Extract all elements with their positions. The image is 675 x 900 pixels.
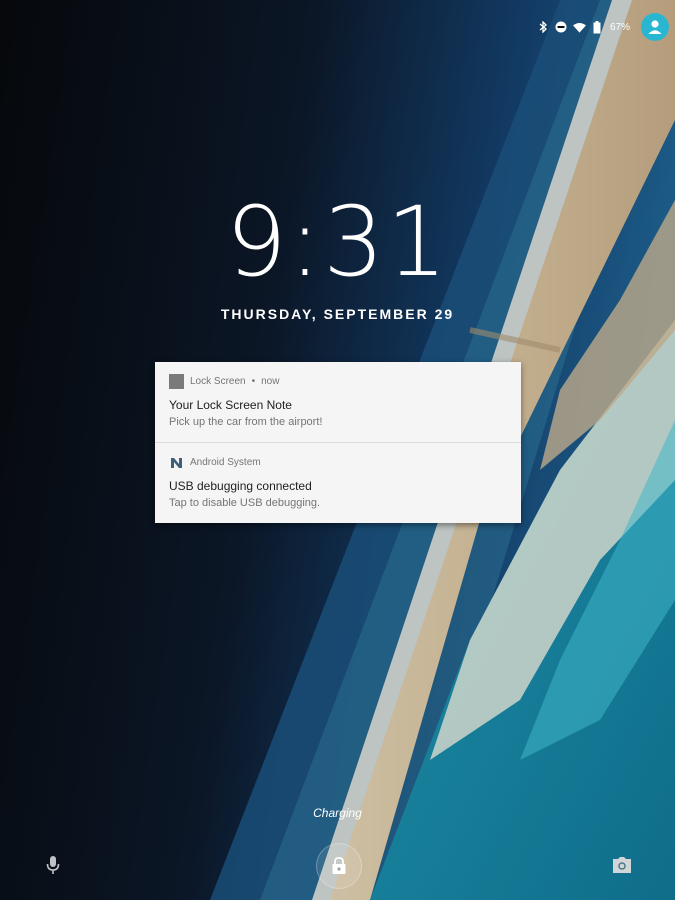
notification-header: Lock Screen • now — [169, 374, 507, 389]
lockscreen-clock: 9:31 — [225, 186, 450, 298]
camera-icon — [613, 856, 631, 873]
user-avatar-icon[interactable] — [641, 13, 669, 41]
notification-time: now — [261, 376, 280, 387]
notification-lock-screen-note[interactable]: Lock Screen • now Your Lock Screen Note … — [155, 362, 521, 442]
android-system-icon — [169, 455, 184, 470]
notification-text: Tap to disable USB debugging. — [169, 497, 321, 509]
camera-shortcut-button[interactable] — [610, 853, 634, 877]
notification-app-name: Android System — [190, 457, 261, 468]
header-separator: • — [251, 376, 256, 387]
notification-list: Lock Screen • now Your Lock Screen Note … — [155, 362, 521, 523]
lock-icon — [332, 857, 346, 874]
wifi-icon — [572, 21, 586, 34]
do-not-disturb-icon — [555, 21, 568, 34]
battery-icon — [591, 20, 604, 34]
notification-app-name: Lock Screen — [190, 376, 246, 387]
charging-status: Charging — [313, 806, 362, 820]
notification-text: Pick up the car from the airport! — [169, 416, 323, 428]
notification-header: Android System — [169, 455, 507, 470]
microphone-icon — [46, 856, 60, 874]
battery-percent: 67% — [609, 21, 630, 33]
notification-title: USB debugging connected — [169, 479, 312, 493]
unlock-button[interactable] — [316, 843, 362, 889]
status-bar: 67% — [537, 10, 669, 44]
bluetooth-icon — [537, 21, 550, 34]
voice-assist-button[interactable] — [42, 853, 64, 877]
lockscreen-date: THURSDAY, SEPTEMBER 29 — [220, 306, 455, 322]
notification-usb-debugging[interactable]: Android System USB debugging connected T… — [155, 442, 521, 523]
lock-screen-app-icon — [169, 374, 184, 389]
notification-title: Your Lock Screen Note — [169, 398, 292, 412]
